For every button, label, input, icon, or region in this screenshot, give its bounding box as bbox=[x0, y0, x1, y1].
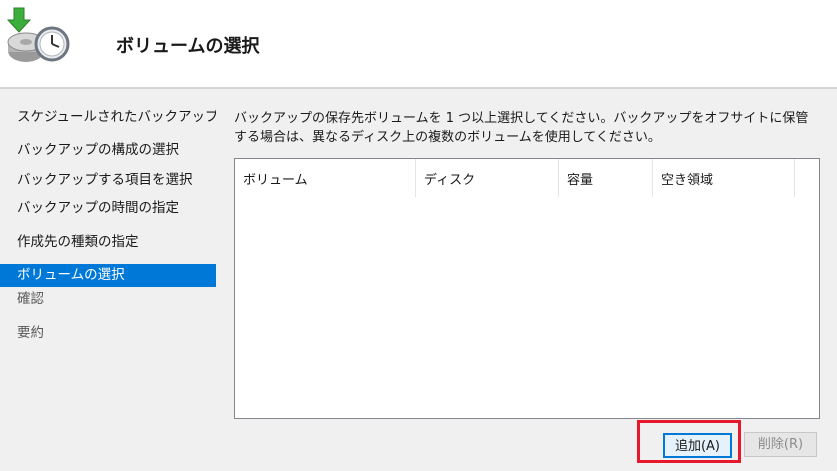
step-select-volume[interactable]: ボリュームの選択 bbox=[0, 264, 216, 287]
column-header-volume[interactable]: ボリューム bbox=[235, 159, 416, 197]
instruction-text: バックアップの保存先ボリュームを 1 つ以上選択してください。バックアップをオフ… bbox=[234, 111, 809, 145]
volume-list[interactable]: ボリューム ディスク 容量 空き領域 bbox=[234, 158, 820, 419]
step-select-items[interactable]: バックアップする項目を選択 bbox=[0, 169, 216, 192]
remove-button: 削除(R) bbox=[744, 432, 817, 457]
backup-clock-drive-icon bbox=[6, 7, 70, 62]
step-backup-time[interactable]: バックアップの時間の指定 bbox=[0, 197, 216, 220]
wizard-steps-sidebar: スケジュールされたバックアップ... バックアップの構成の選択 バックアップする… bbox=[0, 89, 218, 471]
column-header-free-space[interactable]: 空き領域 bbox=[653, 159, 795, 197]
column-header-disk[interactable]: ディスク bbox=[416, 159, 559, 197]
wizard-header: ボリュームの選択 bbox=[0, 0, 837, 87]
step-summary: 要約 bbox=[17, 325, 44, 341]
step-backup-config[interactable]: バックアップの構成の選択 bbox=[0, 139, 216, 162]
column-header-capacity[interactable]: 容量 bbox=[559, 159, 653, 197]
page-title: ボリュームの選択 bbox=[116, 36, 260, 57]
step-scheduled-backup[interactable]: スケジュールされたバックアップ... bbox=[0, 106, 216, 129]
wizard-content: スケジュールされたバックアップ... バックアップの構成の選択 バックアップする… bbox=[0, 89, 837, 471]
highlight-annotation bbox=[637, 420, 741, 463]
step-confirm: 確認 bbox=[17, 291, 44, 307]
step-destination-type[interactable]: 作成先の種類の指定 bbox=[0, 231, 216, 254]
